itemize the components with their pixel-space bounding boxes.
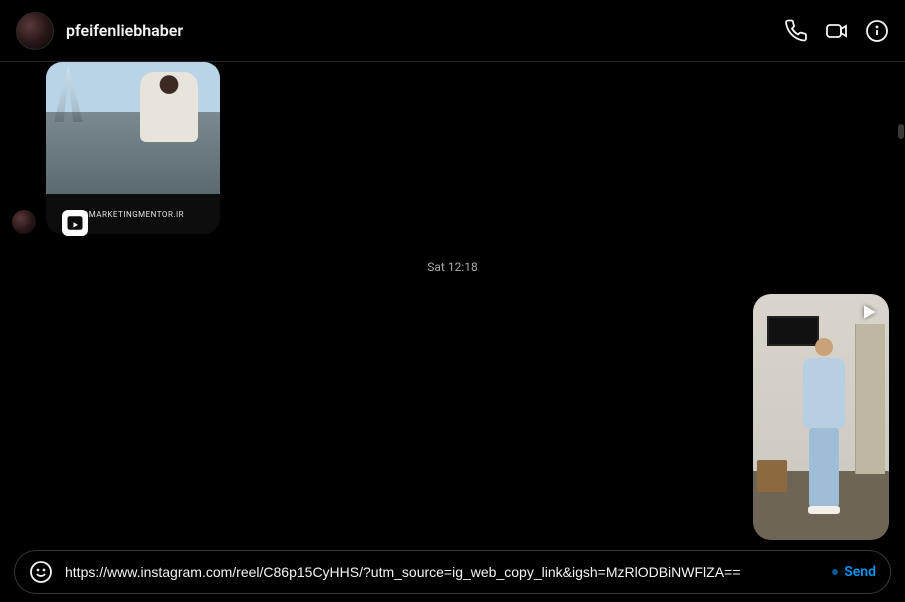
chat-header: pfeifenliebhaber [0,0,905,62]
send-button[interactable]: Send [832,564,876,580]
send-label: Send [844,564,876,580]
scrollbar-thumb[interactable] [898,124,904,139]
timestamp-divider: Sat 12:18 [0,260,905,274]
reel-thumbnail [46,62,220,194]
header-actions [785,19,889,43]
video-icon[interactable] [825,19,849,43]
phone-icon[interactable] [785,19,809,43]
chat-username[interactable]: pfeifenliebhaber [66,21,183,40]
received-message: ©MARKETINGMENTOR.IR [12,62,220,234]
info-icon[interactable] [865,19,889,43]
send-indicator-dot [832,569,838,575]
sender-avatar[interactable] [12,210,36,234]
message-composer: Send [14,550,891,594]
smile-icon[interactable] [29,560,53,584]
play-icon [859,302,879,322]
sent-reel[interactable] [753,294,889,540]
messages-area: ©MARKETINGMENTOR.IR Sat 12:18 [0,62,905,546]
reel-bg-shelf [855,324,885,474]
avatar[interactable] [16,12,54,50]
message-input[interactable] [65,564,820,580]
reel-person [801,338,847,518]
reel-bg-chair [757,460,787,492]
received-reel[interactable]: ©MARKETINGMENTOR.IR [46,62,220,234]
header-left: pfeifenliebhaber [16,12,183,50]
reels-icon [62,210,88,236]
